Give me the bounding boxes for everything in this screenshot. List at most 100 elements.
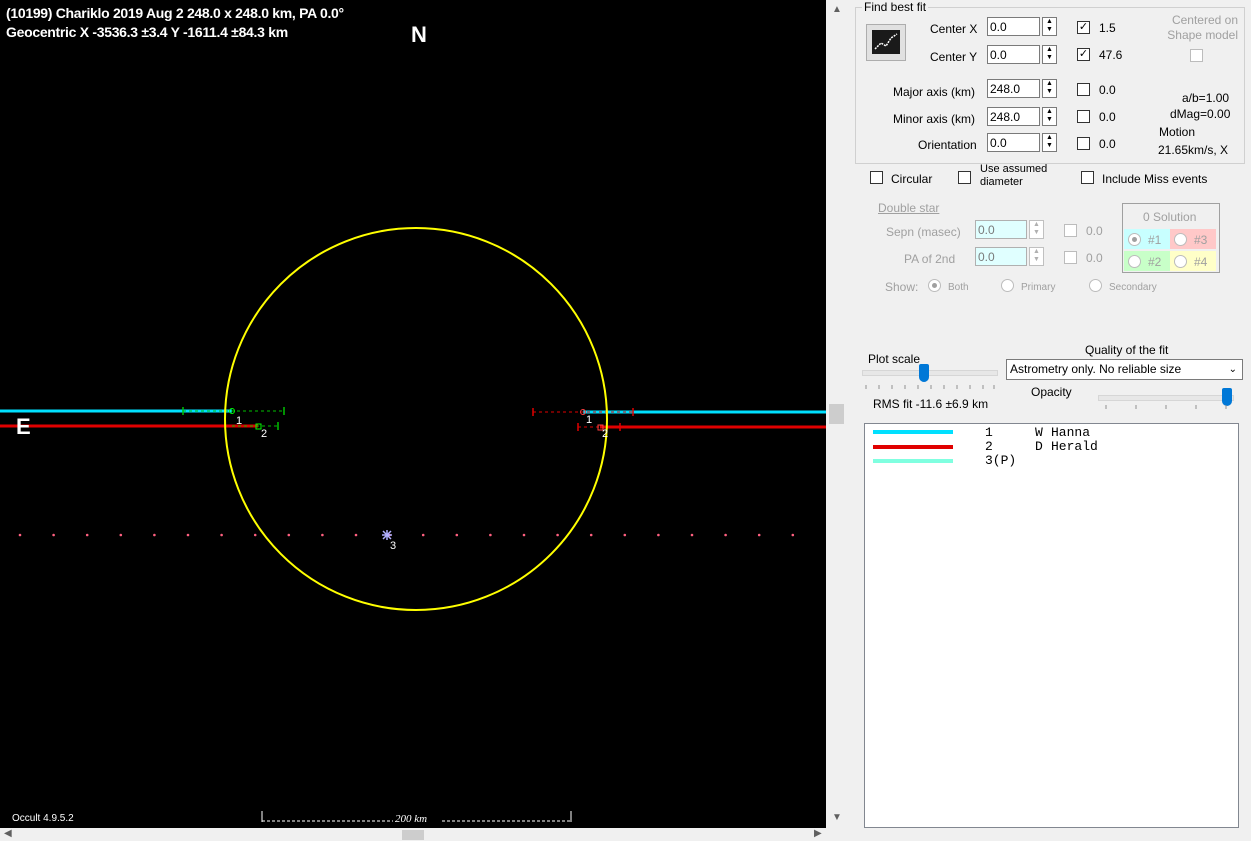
circular-label: Circular [891, 172, 933, 186]
pa2-fit-checkbox[interactable] [1064, 251, 1077, 264]
observer-1-num: 1 [985, 425, 993, 440]
observer-list[interactable]: 1 W Hanna 2 D Herald 3(P) [864, 423, 1239, 828]
solution-2-label: #2 [1148, 255, 1162, 269]
path-dot [52, 533, 55, 537]
show-secondary-label: Secondary [1109, 282, 1157, 293]
sepn-fit-checkbox[interactable] [1064, 224, 1077, 237]
center-y-fit-checkbox[interactable]: ✓ [1077, 48, 1090, 61]
horizontal-scroll-thumb[interactable] [402, 830, 424, 840]
double-star-label: Double star [878, 201, 940, 215]
path-dot [421, 533, 425, 537]
sepn-input[interactable]: 0.0 [975, 220, 1027, 239]
sepn-fit-value: 0.0 [1086, 224, 1103, 238]
show-both-radio[interactable] [928, 279, 941, 292]
show-primary-radio[interactable] [1001, 279, 1014, 292]
observer-2-swatch [873, 445, 953, 449]
solution-4-radio[interactable] [1174, 255, 1187, 268]
show-primary-label: Primary [1021, 282, 1056, 293]
solution-2-option[interactable]: #2 [1124, 251, 1170, 271]
orientation-input[interactable]: 0.0 [987, 133, 1040, 152]
orientation-fit-value: 0.0 [1099, 137, 1116, 151]
solution-2-radio[interactable] [1128, 255, 1141, 268]
solution-title: 0 Solution [1143, 210, 1197, 224]
opacity-track[interactable] [1098, 395, 1234, 401]
solution-1-radio[interactable] [1128, 233, 1141, 246]
center-y-spinner[interactable]: ▲ ▼ [1042, 45, 1057, 64]
minor-axis-spinner[interactable]: ▲ ▼ [1042, 107, 1057, 126]
centered-on-shape-checkbox[interactable] [1190, 49, 1203, 62]
vertical-scrollbar[interactable]: ▲ ▼ [826, 0, 848, 828]
path-dot [724, 533, 727, 537]
asteroid-outline [224, 227, 608, 611]
minor-axis-input[interactable]: 248.0 [987, 107, 1040, 126]
quality-dropdown[interactable]: Astrometry only. No reliable size ⌄ [1006, 359, 1243, 380]
opacity-ticks [1105, 405, 1227, 409]
scroll-left-icon[interactable]: ◀ [4, 828, 12, 839]
path-dot [321, 533, 324, 537]
chord-label-2-right: 2 [602, 428, 609, 440]
opacity-label: Opacity [1031, 385, 1072, 399]
plot-scale-track[interactable] [862, 370, 998, 376]
center-x-fit-value: 1.5 [1099, 21, 1116, 35]
circular-checkbox[interactable] [870, 171, 883, 184]
path-dot [489, 533, 492, 537]
major-axis-fit-checkbox[interactable] [1077, 83, 1090, 96]
path-dot [589, 533, 593, 537]
solution-3-radio[interactable] [1174, 233, 1187, 246]
centered-on-shape-label: Centered on Shape model [1167, 13, 1238, 42]
center-x-spinner[interactable]: ▲ ▼ [1042, 17, 1057, 36]
plot-scale-thumb[interactable] [919, 364, 929, 382]
version-label: Occult 4.9.5.2 [12, 813, 74, 824]
path-dot [153, 533, 156, 537]
include-miss-checkbox[interactable] [1081, 171, 1094, 184]
east-label: E [16, 414, 31, 439]
path-dot [287, 533, 291, 537]
major-axis-spinner[interactable]: ▲ ▼ [1042, 79, 1057, 98]
orientation-spinner[interactable]: ▲ ▼ [1042, 133, 1057, 152]
pa2-input[interactable]: 0.0 [975, 247, 1027, 266]
center-x-input[interactable]: 0.0 [987, 17, 1040, 36]
major-axis-input[interactable]: 248.0 [987, 79, 1040, 98]
find-best-fit-button[interactable] [866, 24, 906, 61]
use-assumed-diameter-checkbox[interactable] [958, 171, 971, 184]
center-y-input[interactable]: 0.0 [987, 45, 1040, 64]
plot-scale-label: Plot scale [868, 352, 921, 366]
path-dot [657, 533, 660, 537]
center-x-fit-checkbox[interactable]: ✓ [1077, 21, 1090, 34]
solution-3-option[interactable]: #3 [1170, 229, 1216, 249]
solution-4-option[interactable]: #4 [1170, 251, 1216, 271]
path-dot [354, 533, 358, 537]
solution-1-label: #1 [1148, 233, 1162, 247]
minor-axis-fit-checkbox[interactable] [1077, 110, 1090, 123]
scroll-right-icon[interactable]: ▶ [814, 828, 822, 839]
center-y-fit-value: 47.6 [1099, 48, 1123, 62]
show-secondary-radio[interactable] [1089, 279, 1102, 292]
scroll-down-icon[interactable]: ▼ [832, 812, 842, 823]
center-y-label: Center Y [930, 50, 978, 64]
vertical-scroll-thumb[interactable] [829, 404, 844, 424]
path-dot [85, 533, 89, 537]
orientation-fit-checkbox[interactable] [1077, 137, 1090, 150]
motion-label: Motion [1159, 125, 1196, 139]
path-dot [623, 533, 627, 537]
occultation-plot[interactable]: (10199) Chariklo 2019 Aug 2 248.0 x 248.… [0, 0, 826, 828]
solution-1-option[interactable]: #1 [1124, 229, 1170, 249]
pa2-label: PA of 2nd [904, 252, 956, 266]
chord-label-2-left: 2 [261, 428, 268, 440]
path-dot [253, 533, 257, 537]
observer-2-name: Herald [1051, 439, 1098, 454]
chord-label-1-right: 1 [586, 414, 593, 426]
major-axis-label: Major axis (km) [893, 85, 976, 99]
minor-axis-label: Minor axis (km) [893, 112, 976, 126]
path-dot [119, 533, 123, 537]
sepn-spinner[interactable]: ▲ ▼ [1029, 220, 1044, 239]
quality-value: Astrometry only. No reliable size [1010, 362, 1182, 376]
solution-3-label: #3 [1194, 233, 1208, 247]
pa2-spinner[interactable]: ▲ ▼ [1029, 247, 1044, 266]
opacity-thumb[interactable] [1222, 388, 1232, 406]
plot-scale-ticks [865, 385, 995, 389]
scroll-up-icon[interactable]: ▲ [832, 4, 842, 15]
plot-title-line1: (10199) Chariklo 2019 Aug 2 248.0 x 248.… [6, 5, 344, 21]
horizontal-scrollbar[interactable]: ◀ ▶ [0, 828, 848, 841]
observer-3-num: 3(P) [985, 453, 1017, 468]
